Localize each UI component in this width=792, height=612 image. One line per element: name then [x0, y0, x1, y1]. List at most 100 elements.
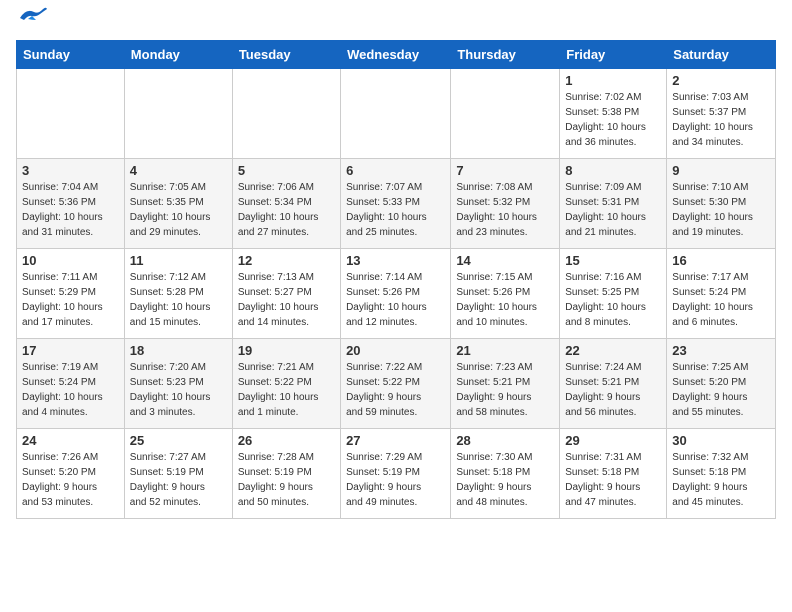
- calendar-cell: 17 Sunrise: 7:19 AM Sunset: 5:24 PM Dayli…: [17, 339, 125, 429]
- day-info: Sunrise: 7:17 AM Sunset: 5:24 PM Dayligh…: [672, 270, 770, 330]
- day-info: Sunrise: 7:26 AM Sunset: 5:20 PM Dayligh…: [22, 450, 119, 510]
- calendar-week-row: 24Sunrise: 7:26 AM Sunset: 5:20 PM Dayli…: [17, 429, 776, 519]
- calendar-cell: 19 Sunrise: 7:21 AM Sunset: 5:22 PM Dayli…: [232, 339, 340, 429]
- day-number: 28: [456, 433, 554, 448]
- day-info: Sunrise: 7:12 AM Sunset: 5:28 PM Dayligh…: [130, 270, 227, 330]
- calendar-cell: 20Sunrise: 7:22 AM Sunset: 5:22 PM Dayli…: [341, 339, 451, 429]
- calendar-cell: 28 Sunrise: 7:30 AM Sunset: 5:18 PM Dayli…: [451, 429, 560, 519]
- day-info: Sunrise: 7:05 AM Sunset: 5:35 PM Dayligh…: [130, 180, 227, 240]
- weekday-header-thursday: Thursday: [451, 41, 560, 69]
- day-info: Sunrise: 7:25 AM Sunset: 5:20 PM Dayligh…: [672, 360, 770, 420]
- day-number: 25: [130, 433, 227, 448]
- day-number: 30: [672, 433, 770, 448]
- calendar-table: SundayMondayTuesdayWednesdayThursdayFrid…: [16, 40, 776, 519]
- calendar-week-row: 10Sunrise: 7:11 AM Sunset: 5:29 PM Dayli…: [17, 249, 776, 339]
- day-number: 18: [130, 343, 227, 358]
- day-info: Sunrise: 7:04 AM Sunset: 5:36 PM Dayligh…: [22, 180, 119, 240]
- calendar-week-row: 1Sunrise: 7:02 AM Sunset: 5:38 PM Daylig…: [17, 69, 776, 159]
- calendar-cell: 25 Sunrise: 7:27 AM Sunset: 5:19 PM Dayli…: [124, 429, 232, 519]
- day-info: Sunrise: 7:07 AM Sunset: 5:33 PM Dayligh…: [346, 180, 445, 240]
- weekday-header-wednesday: Wednesday: [341, 41, 451, 69]
- weekday-header-sunday: Sunday: [17, 41, 125, 69]
- day-info: Sunrise: 7:10 AM Sunset: 5:30 PM Dayligh…: [672, 180, 770, 240]
- day-info: Sunrise: 7:03 AM Sunset: 5:37 PM Dayligh…: [672, 90, 770, 150]
- day-number: 23: [672, 343, 770, 358]
- calendar-cell: 8Sunrise: 7:09 AM Sunset: 5:31 PM Daylig…: [560, 159, 667, 249]
- day-info: Sunrise: 7:32 AM Sunset: 5:18 PM Dayligh…: [672, 450, 770, 510]
- weekday-header-tuesday: Tuesday: [232, 41, 340, 69]
- day-number: 26: [238, 433, 335, 448]
- day-number: 5: [238, 163, 335, 178]
- day-info: Sunrise: 7:27 AM Sunset: 5:19 PM Dayligh…: [130, 450, 227, 510]
- day-info: Sunrise: 7:16 AM Sunset: 5:25 PM Dayligh…: [565, 270, 661, 330]
- calendar-cell: 23 Sunrise: 7:25 AM Sunset: 5:20 PM Dayli…: [667, 339, 776, 429]
- day-info: Sunrise: 7:29 AM Sunset: 5:19 PM Dayligh…: [346, 450, 445, 510]
- calendar-cell: 9 Sunrise: 7:10 AM Sunset: 5:30 PM Daylig…: [667, 159, 776, 249]
- calendar-cell: 30 Sunrise: 7:32 AM Sunset: 5:18 PM Dayli…: [667, 429, 776, 519]
- weekday-header-monday: Monday: [124, 41, 232, 69]
- calendar-cell: 15 Sunrise: 7:16 AM Sunset: 5:25 PM Dayli…: [560, 249, 667, 339]
- day-number: 22: [565, 343, 661, 358]
- day-number: 8: [565, 163, 661, 178]
- day-number: 21: [456, 343, 554, 358]
- calendar-cell: 14 Sunrise: 7:15 AM Sunset: 5:26 PM Dayli…: [451, 249, 560, 339]
- day-number: 2: [672, 73, 770, 88]
- day-number: 17: [22, 343, 119, 358]
- day-info: Sunrise: 7:30 AM Sunset: 5:18 PM Dayligh…: [456, 450, 554, 510]
- day-info: Sunrise: 7:15 AM Sunset: 5:26 PM Dayligh…: [456, 270, 554, 330]
- calendar-cell: 11 Sunrise: 7:12 AM Sunset: 5:28 PM Dayli…: [124, 249, 232, 339]
- day-number: 14: [456, 253, 554, 268]
- day-number: 29: [565, 433, 661, 448]
- calendar-cell: 22Sunrise: 7:24 AM Sunset: 5:21 PM Dayli…: [560, 339, 667, 429]
- day-number: 11: [130, 253, 227, 268]
- day-number: 9: [672, 163, 770, 178]
- calendar-cell: 3Sunrise: 7:04 AM Sunset: 5:36 PM Daylig…: [17, 159, 125, 249]
- day-info: Sunrise: 7:21 AM Sunset: 5:22 PM Dayligh…: [238, 360, 335, 420]
- calendar-cell: 5 Sunrise: 7:06 AM Sunset: 5:34 PM Daylig…: [232, 159, 340, 249]
- day-info: Sunrise: 7:11 AM Sunset: 5:29 PM Dayligh…: [22, 270, 119, 330]
- day-number: 20: [346, 343, 445, 358]
- calendar-cell: 6 Sunrise: 7:07 AM Sunset: 5:33 PM Daylig…: [341, 159, 451, 249]
- calendar-header-row: SundayMondayTuesdayWednesdayThursdayFrid…: [17, 41, 776, 69]
- day-number: 27: [346, 433, 445, 448]
- day-number: 13: [346, 253, 445, 268]
- calendar-cell: 16 Sunrise: 7:17 AM Sunset: 5:24 PM Dayli…: [667, 249, 776, 339]
- calendar-cell: 18 Sunrise: 7:20 AM Sunset: 5:23 PM Dayli…: [124, 339, 232, 429]
- calendar-cell: 4 Sunrise: 7:05 AM Sunset: 5:35 PM Daylig…: [124, 159, 232, 249]
- calendar-cell: 2 Sunrise: 7:03 AM Sunset: 5:37 PM Daylig…: [667, 69, 776, 159]
- day-number: 12: [238, 253, 335, 268]
- calendar-cell: 13 Sunrise: 7:14 AM Sunset: 5:26 PM Dayli…: [341, 249, 451, 339]
- logo-bird-icon: [18, 6, 48, 28]
- weekday-header-saturday: Saturday: [667, 41, 776, 69]
- day-info: Sunrise: 7:20 AM Sunset: 5:23 PM Dayligh…: [130, 360, 227, 420]
- calendar-cell: 26Sunrise: 7:28 AM Sunset: 5:19 PM Dayli…: [232, 429, 340, 519]
- calendar-week-row: 17 Sunrise: 7:19 AM Sunset: 5:24 PM Dayli…: [17, 339, 776, 429]
- calendar-cell: 24Sunrise: 7:26 AM Sunset: 5:20 PM Dayli…: [17, 429, 125, 519]
- day-number: 15: [565, 253, 661, 268]
- page-header: [16, 16, 776, 28]
- calendar-cell: 21 Sunrise: 7:23 AM Sunset: 5:21 PM Dayli…: [451, 339, 560, 429]
- day-number: 16: [672, 253, 770, 268]
- day-number: 7: [456, 163, 554, 178]
- day-number: 1: [565, 73, 661, 88]
- day-info: Sunrise: 7:23 AM Sunset: 5:21 PM Dayligh…: [456, 360, 554, 420]
- day-number: 6: [346, 163, 445, 178]
- calendar-cell: 1Sunrise: 7:02 AM Sunset: 5:38 PM Daylig…: [560, 69, 667, 159]
- day-info: Sunrise: 7:31 AM Sunset: 5:18 PM Dayligh…: [565, 450, 661, 510]
- logo: [16, 16, 48, 28]
- calendar-cell: [17, 69, 125, 159]
- day-info: Sunrise: 7:13 AM Sunset: 5:27 PM Dayligh…: [238, 270, 335, 330]
- day-info: Sunrise: 7:08 AM Sunset: 5:32 PM Dayligh…: [456, 180, 554, 240]
- day-info: Sunrise: 7:14 AM Sunset: 5:26 PM Dayligh…: [346, 270, 445, 330]
- calendar-cell: [451, 69, 560, 159]
- calendar-cell: 27 Sunrise: 7:29 AM Sunset: 5:19 PM Dayli…: [341, 429, 451, 519]
- day-number: 4: [130, 163, 227, 178]
- calendar-cell: [232, 69, 340, 159]
- day-number: 19: [238, 343, 335, 358]
- calendar-cell: [341, 69, 451, 159]
- day-info: Sunrise: 7:06 AM Sunset: 5:34 PM Dayligh…: [238, 180, 335, 240]
- weekday-header-friday: Friday: [560, 41, 667, 69]
- day-info: Sunrise: 7:19 AM Sunset: 5:24 PM Dayligh…: [22, 360, 119, 420]
- calendar-week-row: 3Sunrise: 7:04 AM Sunset: 5:36 PM Daylig…: [17, 159, 776, 249]
- calendar-cell: 29 Sunrise: 7:31 AM Sunset: 5:18 PM Dayli…: [560, 429, 667, 519]
